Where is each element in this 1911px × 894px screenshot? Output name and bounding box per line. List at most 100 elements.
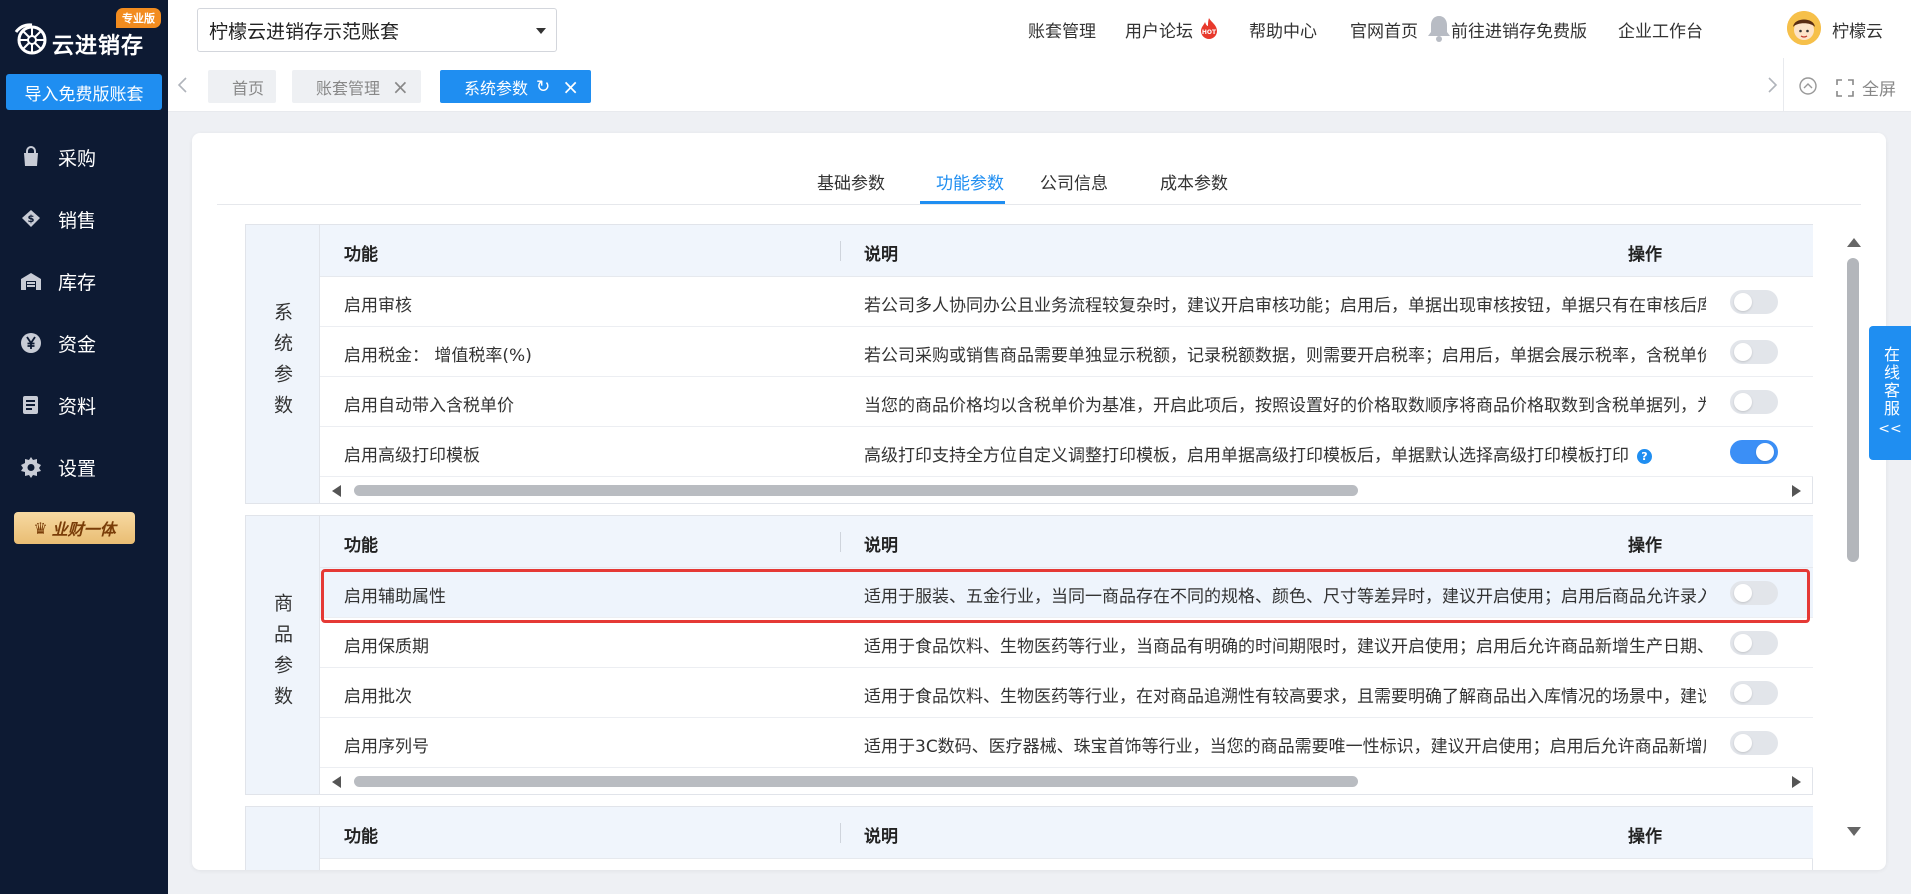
refresh-icon[interactable]: ↻ bbox=[536, 77, 550, 97]
row-desc: 若公司采购或销售商品需要单独显示税额，记录税额数据，则需要开启税率；启用后，单据… bbox=[864, 346, 1706, 366]
table-row: 启用高级打印模板 高级打印支持全方位自定义调整打印模板，启用单据高级打印模板后，… bbox=[320, 427, 1813, 477]
close-icon[interactable]: × bbox=[392, 77, 409, 97]
tab-home[interactable]: 首页 bbox=[208, 70, 277, 103]
table-row: 启用自动带入含税单价 当您的商品价格均以含税单价为基准，开启此项后，按照设置好的… bbox=[320, 377, 1813, 427]
column-header-desc: 说明 bbox=[864, 827, 898, 847]
bell-icon[interactable] bbox=[1426, 14, 1452, 42]
vertical-scrollbar[interactable] bbox=[1844, 236, 1862, 838]
service-arrow: << bbox=[1878, 421, 1902, 437]
collapse-up-icon[interactable] bbox=[1798, 76, 1818, 96]
subtab-company-info[interactable]: 公司信息 bbox=[1040, 169, 1108, 194]
nav-account-management[interactable]: 账套管理 bbox=[1028, 17, 1096, 42]
subtab-cost-params[interactable]: 成本参数 bbox=[1160, 169, 1228, 194]
nav-free-version[interactable]: 前往进销存免费版 bbox=[1451, 17, 1587, 42]
row-desc-text: 高级打印支持全方位自定义调整打印模板，启用单据高级打印模板后，单据默认选择高级打… bbox=[864, 446, 1629, 466]
table-row: 启用保质期 适用于食品饮料、生物医药等行业，当商品有明确的时间期限时，建议开启使… bbox=[320, 618, 1813, 668]
toggle-switch[interactable] bbox=[1730, 290, 1778, 314]
nav-official-site[interactable]: 官网首页 bbox=[1350, 17, 1418, 42]
column-separator bbox=[840, 823, 841, 843]
toggle-switch[interactable] bbox=[1730, 340, 1778, 364]
table-row: 启用辅助属性 适用于服装、五金行业，当同一商品存在不同的规格、颜色、尺寸等差异时… bbox=[320, 568, 1813, 618]
section-product-params: 商品参数 功能 说明 操作 启用辅助属性 适用于服装、五金行业，当同一商品存在不… bbox=[245, 515, 1813, 795]
column-separator bbox=[840, 532, 841, 552]
tab-account-management[interactable]: 账套管理 × bbox=[292, 70, 421, 103]
nav-enterprise-workbench[interactable]: 企业工作台 bbox=[1618, 17, 1703, 42]
row-func: 启用批次 bbox=[344, 687, 412, 707]
table-row: 启用批次 适用于食品饮料、生物医药等行业，在对商品追溯性有较高要求，且需要明确了… bbox=[320, 668, 1813, 718]
avatar[interactable] bbox=[1787, 11, 1821, 45]
row-desc: 适用于3C数码、医疗器械、珠宝首饰等行业，当您的商品需要唯一性标识，建议开启使用… bbox=[864, 737, 1706, 757]
scroll-right-icon[interactable] bbox=[1792, 485, 1801, 497]
table-row: 启用序列号 适用于3C数码、医疗器械、珠宝首饰等行业，当您的商品需要唯一性标识，… bbox=[320, 718, 1813, 768]
toggle-switch[interactable] bbox=[1730, 731, 1778, 755]
account-select[interactable]: 柠檬云进销存示范账套 bbox=[197, 8, 557, 52]
import-free-account-button[interactable]: 导入免费版账套 bbox=[6, 74, 162, 110]
sidebar-item-settings[interactable]: 设置 bbox=[0, 436, 168, 498]
sidebar-item-label: 资金 bbox=[58, 333, 97, 356]
row-desc: 高级打印支持全方位自定义调整打印模板，启用单据高级打印模板后，单据默认选择高级打… bbox=[864, 441, 1706, 466]
row-desc: 若公司多人协同办公且业务流程较复杂时，建议开启审核功能；启用后，单据出现审核按钮… bbox=[864, 296, 1706, 316]
nav-user-forum[interactable]: 用户论坛 bbox=[1125, 17, 1193, 42]
scroll-right-icon[interactable] bbox=[1792, 776, 1801, 788]
table-row: 启用税金： 增值税率(%) 若公司采购或销售商品需要单独显示税额，记录税额数据，… bbox=[320, 327, 1813, 377]
brand-badge[interactable]: ♛ 业财一体 bbox=[14, 512, 135, 544]
page-tabs-bar: 首页 账套管理 × 系统参数 ↻ × 全屏 bbox=[168, 58, 1911, 112]
brand-badge-label: 业财一体 bbox=[51, 520, 116, 539]
section-label bbox=[246, 807, 320, 870]
subtab-function-params[interactable]: 功能参数 bbox=[936, 169, 1004, 194]
close-icon[interactable]: × bbox=[562, 77, 579, 97]
user-name[interactable]: 柠檬云 bbox=[1832, 17, 1883, 42]
scroll-left-icon[interactable] bbox=[332, 485, 341, 497]
logo-text: 云进销存 bbox=[52, 34, 145, 59]
row-desc: 适用于食品饮料、生物医药等行业，当商品有明确的时间期限时，建议开启使用；启用后允… bbox=[864, 637, 1706, 657]
toggle-switch[interactable] bbox=[1730, 390, 1778, 414]
toggle-switch[interactable] bbox=[1730, 681, 1778, 705]
toggle-switch[interactable] bbox=[1730, 440, 1778, 464]
fullscreen-label: 全屏 bbox=[1862, 80, 1896, 100]
subtab-basic-params[interactable]: 基础参数 bbox=[817, 169, 885, 194]
warehouse-icon bbox=[20, 270, 42, 292]
column-header-op: 操作 bbox=[1628, 536, 1662, 556]
row-desc: 适用于服装、五金行业，当同一商品存在不同的规格、颜色、尺寸等差异时，建议开启使用… bbox=[864, 587, 1706, 607]
scroll-up-icon[interactable] bbox=[1847, 238, 1861, 247]
scroll-thumb[interactable] bbox=[354, 485, 1358, 496]
sidebar-item-sales[interactable]: $ 销售 bbox=[0, 188, 168, 250]
scroll-down-icon[interactable] bbox=[1847, 827, 1861, 836]
sidebar-item-funds[interactable]: 资金 bbox=[0, 312, 168, 374]
fullscreen-button[interactable]: 全屏 bbox=[1836, 75, 1896, 100]
chevron-left-icon[interactable] bbox=[176, 76, 190, 94]
document-icon bbox=[20, 394, 42, 416]
caret-down-icon bbox=[536, 28, 546, 34]
tab-system-params[interactable]: 系统参数 ↻ × bbox=[440, 70, 592, 103]
logo[interactable]: 云进销存 专业版 bbox=[10, 8, 165, 59]
horizontal-scrollbar[interactable] bbox=[320, 478, 1813, 502]
toggle-knob bbox=[1734, 634, 1752, 652]
chevron-right-icon[interactable] bbox=[1765, 76, 1779, 94]
svg-text:$: $ bbox=[28, 214, 35, 225]
sidebar-item-label: 资料 bbox=[58, 395, 97, 418]
scroll-thumb[interactable] bbox=[1847, 258, 1859, 562]
nav-help-center[interactable]: 帮助中心 bbox=[1249, 17, 1317, 42]
online-service-button[interactable]: 在线客服 << bbox=[1869, 326, 1911, 460]
horizontal-scrollbar[interactable] bbox=[320, 769, 1813, 793]
toggle-switch[interactable] bbox=[1730, 631, 1778, 655]
sidebar-item-inventory[interactable]: 库存 bbox=[0, 250, 168, 312]
section-next: 功能 说明 操作 bbox=[245, 806, 1813, 870]
sales-icon: $ bbox=[20, 208, 42, 230]
sidebar-item-label: 销售 bbox=[58, 209, 97, 232]
sidebar-item-data[interactable]: 资料 bbox=[0, 374, 168, 436]
active-tab-underline bbox=[920, 201, 1005, 204]
sidebar-item-label: 设置 bbox=[58, 457, 97, 480]
column-header-op: 操作 bbox=[1628, 827, 1662, 847]
scroll-thumb[interactable] bbox=[354, 776, 1358, 787]
scroll-left-icon[interactable] bbox=[332, 776, 341, 788]
row-func: 启用税金： 增值税率(%) bbox=[344, 346, 532, 366]
toggle-knob bbox=[1734, 734, 1752, 752]
toggle-knob bbox=[1734, 684, 1752, 702]
toggle-switch[interactable] bbox=[1730, 581, 1778, 605]
sidebar-item-purchase[interactable]: 采购 bbox=[0, 126, 168, 188]
help-icon[interactable]: ? bbox=[1637, 449, 1652, 464]
fullscreen-icon bbox=[1836, 78, 1854, 97]
table-header: 功能 说明 操作 bbox=[320, 516, 1813, 568]
account-select-value: 柠檬云进销存示范账套 bbox=[209, 20, 400, 43]
